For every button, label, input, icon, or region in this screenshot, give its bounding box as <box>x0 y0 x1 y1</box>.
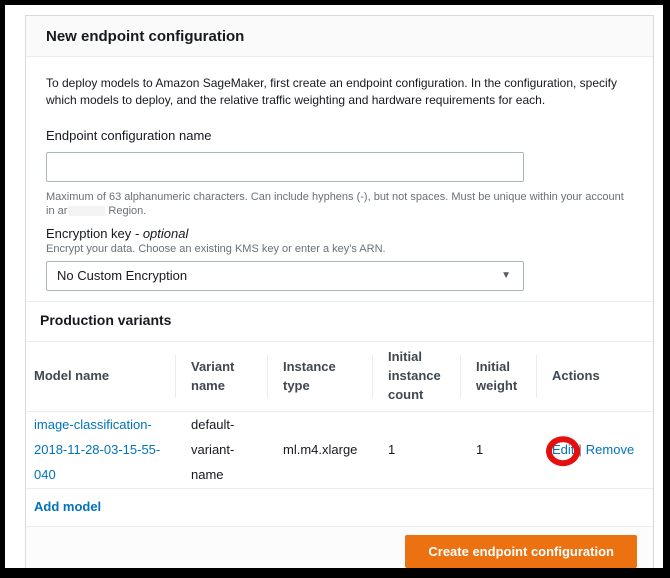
table-header-row: Model name Variant name Instance type In… <box>26 342 653 412</box>
endpoint-name-helper-text: Maximum of 63 alphanumeric characters. C… <box>46 190 626 218</box>
cell-initial-weight: 1 <box>460 412 536 489</box>
production-variants-title: Production variants <box>40 312 171 328</box>
column-header-actions: Actions <box>536 342 653 412</box>
model-name-link[interactable]: image-classification-2018-11-28-03-15-55… <box>34 417 160 481</box>
column-header-model-name: Model name <box>26 342 175 412</box>
create-endpoint-configuration-button[interactable]: Create endpoint configuration <box>405 535 637 568</box>
column-header-initial-weight: Initial weight <box>460 342 536 412</box>
card-body: To deploy models to Amazon SageMaker, fi… <box>26 57 653 301</box>
endpoint-config-name-input[interactable] <box>46 152 524 182</box>
encryption-selected-option: No Custom Encryption <box>57 268 187 283</box>
endpoint-config-name-label: Endpoint configuration name <box>46 128 212 143</box>
helper-suffix: Region. <box>108 205 146 217</box>
cell-instance-type: ml.m4.xlarge <box>267 412 372 489</box>
cell-initial-instance-count: 1 <box>372 412 460 489</box>
encryption-optional-text: - optional <box>131 226 188 241</box>
remove-link[interactable]: Remove <box>586 442 634 457</box>
cell-variant-name: default-variant-name <box>175 412 267 489</box>
column-header-instance-type: Instance type <box>267 342 372 412</box>
actions-separator: | <box>578 442 581 457</box>
card-header: New endpoint configuration <box>26 16 653 57</box>
encryption-description: Encrypt your data. Choose an existing KM… <box>46 242 633 256</box>
encryption-key-label-text: Encryption key <box>46 226 131 241</box>
new-endpoint-configuration-card: New endpoint configuration To deploy mod… <box>25 15 654 578</box>
card-footer: Create endpoint configuration <box>26 526 653 577</box>
edit-link-wrapper: Edit <box>552 438 574 463</box>
production-variants-header: Production variants <box>26 301 653 342</box>
intro-text: To deploy models to Amazon SageMaker, fi… <box>46 75 633 110</box>
redacted-region <box>68 206 105 216</box>
screenshot-frame: New endpoint configuration To deploy mod… <box>0 0 670 578</box>
add-model-link[interactable]: Add model <box>34 499 101 514</box>
cell-model-name: image-classification-2018-11-28-03-15-55… <box>26 412 175 489</box>
edit-link[interactable]: Edit <box>552 442 574 457</box>
chevron-down-icon: ▼ <box>501 270 511 281</box>
page-title: New endpoint configuration <box>46 28 633 45</box>
encryption-key-select[interactable]: No Custom Encryption ▼ <box>46 261 524 291</box>
column-header-variant-name: Variant name <box>175 342 267 412</box>
column-header-initial-instance-count: Initial instance count <box>372 342 460 412</box>
production-variants-table: Model name Variant name Instance type In… <box>26 342 653 490</box>
encryption-key-label: Encryption key - optional <box>46 226 633 242</box>
table-row: image-classification-2018-11-28-03-15-55… <box>26 412 653 489</box>
add-model-row: Add model <box>26 489 653 526</box>
cell-actions: Edit | Remove <box>536 412 653 489</box>
